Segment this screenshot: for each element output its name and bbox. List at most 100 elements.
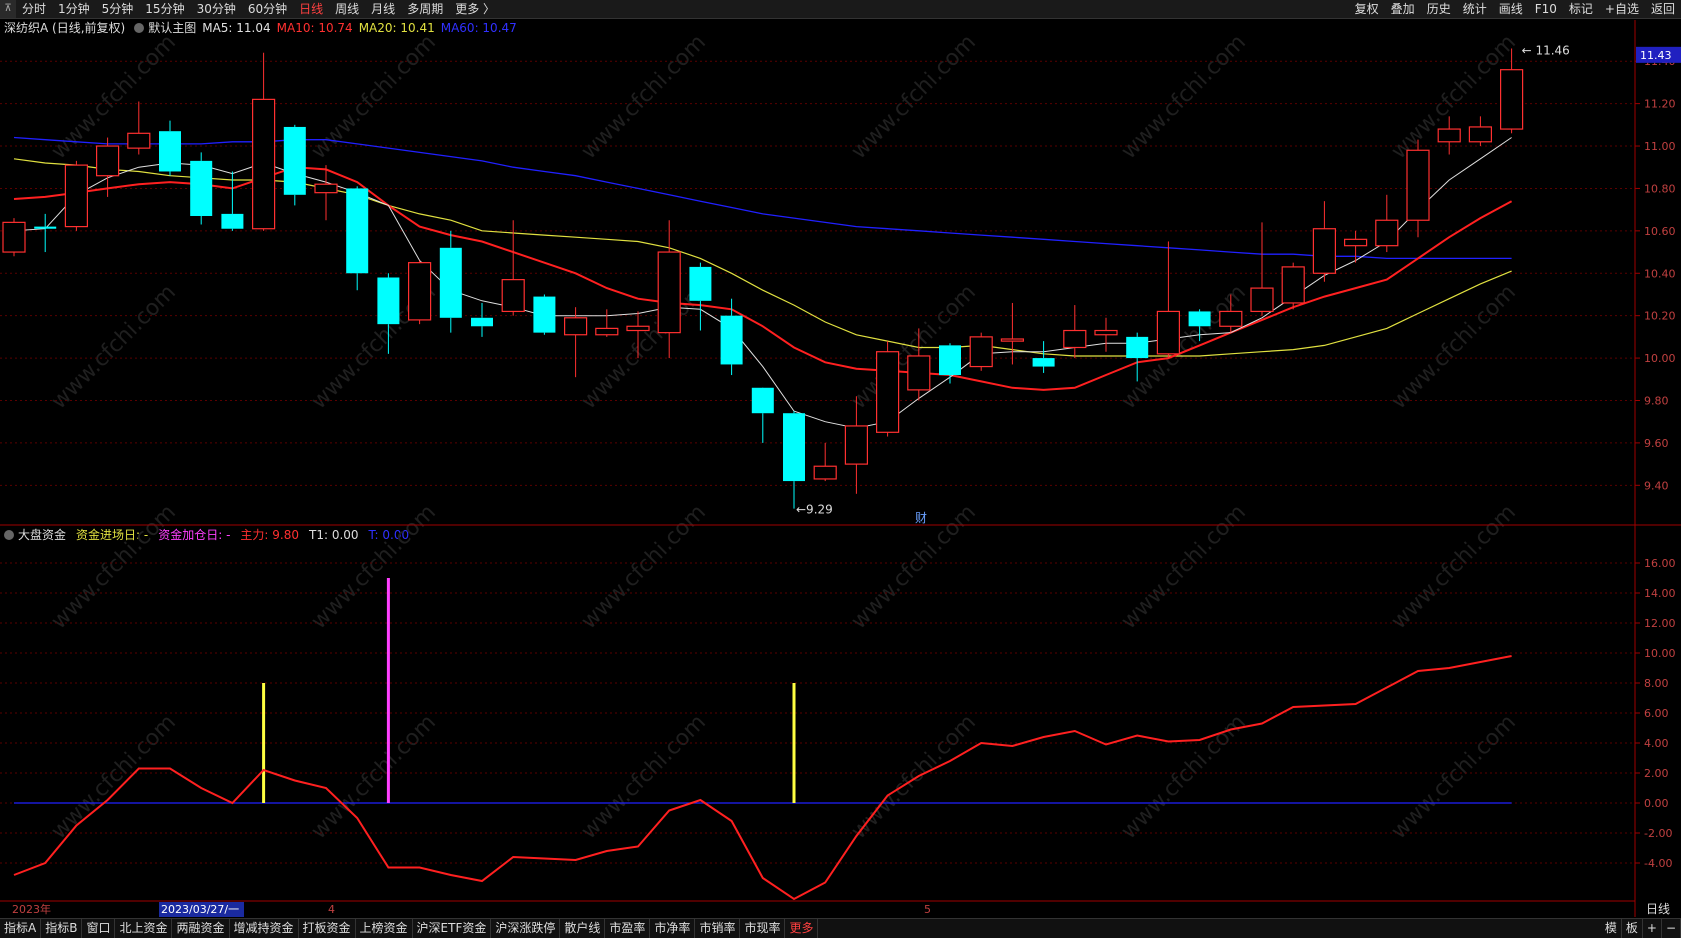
candle-body [346, 188, 369, 274]
candle [1250, 222, 1274, 316]
indicator-tab-12[interactable]: 市净率 [650, 919, 696, 938]
price-tick-label: 10.40 [1644, 267, 1676, 280]
ma60-line [13, 136, 1512, 260]
candle-body [1343, 238, 1368, 247]
indicator-tab-2[interactable]: 窗口 [82, 919, 116, 938]
candle [751, 387, 774, 443]
chart-canvas[interactable]: www.cfchi.com www.cfchi.com www.cfchi.com w… [0, 0, 1681, 917]
candle [1032, 341, 1055, 373]
candle-body [595, 327, 619, 336]
candle-body [1000, 338, 1025, 342]
candle [1281, 262, 1305, 310]
indicator-tab-10[interactable]: 散户线 [560, 919, 606, 938]
candle-body [813, 465, 837, 480]
candle-body [1281, 266, 1305, 304]
indicator-tab-11[interactable]: 市盈率 [605, 919, 651, 938]
candle-body [408, 262, 432, 321]
indicator-tab-3[interactable]: 北上资金 [115, 919, 173, 938]
bottom-control-3[interactable]: − [1662, 919, 1681, 938]
bottom-control-0[interactable]: 模 [1601, 919, 1622, 938]
candle-body [563, 317, 588, 336]
candle-body [95, 145, 120, 177]
bottom-control-1[interactable]: 板 [1622, 919, 1643, 938]
sub-tick-label: -4.00 [1644, 857, 1672, 870]
candle-body [720, 315, 743, 365]
candle [595, 309, 619, 337]
candle-body [1499, 69, 1524, 130]
bottom-control-2[interactable]: + [1643, 919, 1662, 938]
candle-body [1219, 310, 1243, 327]
candle [720, 298, 743, 376]
watermark-text: www.cfchi.com [1387, 280, 1521, 414]
watermark-text: www.cfchi.com [47, 710, 181, 844]
candle-body [939, 345, 961, 376]
candle-body [657, 251, 681, 334]
candle [1343, 230, 1368, 263]
finance-marker: 财 [915, 511, 927, 525]
price-tick-label: 10.20 [1644, 310, 1676, 323]
candle-body [1188, 311, 1211, 327]
indicator-tabs: 指标A 指标B 窗口 北上资金 两融资金 增减持资金 打板资金 上榜资金 沪深ETF资金 沪深涨跌… [0, 919, 819, 938]
candle-body [1468, 126, 1493, 143]
candlesticks: ← 11.46 ←9.29 财 [2, 43, 1570, 525]
candle-body [377, 277, 400, 325]
candle-body [1250, 287, 1274, 313]
candle-body [1375, 219, 1399, 247]
watermark-text: www.cfchi.com [847, 30, 981, 164]
indicator-tab-13[interactable]: 市销率 [695, 919, 741, 938]
indicator-pane [13, 578, 1512, 901]
candle-body [844, 425, 869, 465]
candle [501, 220, 525, 316]
indicator-tab-6[interactable]: 打板资金 [299, 919, 356, 938]
indicator-tab-0[interactable]: 指标A [0, 919, 42, 938]
period-label: 日线 [1646, 902, 1670, 916]
indicator-tab-5[interactable]: 增减持资金 [230, 919, 299, 938]
candle-body [283, 126, 306, 195]
indicator-tab-14[interactable]: 市现率 [740, 919, 786, 938]
candle-body [907, 355, 931, 391]
candle [689, 262, 712, 331]
watermark-text: www.cfchi.com [307, 500, 441, 634]
candle [1094, 317, 1118, 352]
sub-tick-label: 16.00 [1644, 557, 1676, 570]
candle-body [1063, 329, 1087, 349]
indicator-tab-8[interactable]: 沪深ETF资金 [413, 919, 492, 938]
price-tick-label: 9.80 [1644, 394, 1669, 407]
candle [283, 124, 306, 206]
candle [159, 120, 181, 176]
bottom-toolbar: 指标A 指标B 窗口 北上资金 两融资金 增减持资金 打板资金 上榜资金 沪深ETF资金 沪深涨跌… [0, 918, 1681, 938]
high-price-label: ← 11.46 [1522, 43, 1570, 57]
candle [533, 294, 556, 335]
grid-lines [0, 60, 1635, 864]
candle-body [501, 279, 525, 313]
sub-tick-label: -2.00 [1644, 827, 1672, 840]
watermark-text: www.cfchi.com [1117, 500, 1251, 634]
candle [1063, 305, 1087, 359]
candle-body [1094, 329, 1118, 336]
indicator-tab-15[interactable]: 更多 [785, 919, 819, 938]
candle-body [439, 247, 462, 318]
candle-body [127, 132, 151, 149]
watermark-text: www.cfchi.com [307, 710, 441, 844]
candle-body [471, 317, 493, 327]
cursor-date-label: 2023/03/27/一 [161, 903, 239, 916]
watermark-text: www.cfchi.com [577, 500, 711, 634]
candle-body [969, 336, 993, 368]
candle [1312, 201, 1337, 282]
indicator-tab-9[interactable]: 沪深涨跌停 [491, 919, 561, 938]
candle-body [1312, 228, 1337, 274]
sub-tick-label: 8.00 [1644, 677, 1669, 690]
candle-body [221, 213, 244, 229]
candle-body [2, 221, 26, 253]
month-label: 4 [328, 903, 335, 916]
candle-body [626, 325, 650, 332]
indicator-tab-4[interactable]: 两融资金 [172, 919, 230, 938]
watermark-text: www.cfchi.com [577, 30, 711, 164]
candle [969, 332, 993, 371]
price-tick-label: 11.00 [1644, 140, 1676, 153]
indicator-tab-7[interactable]: 上榜资金 [356, 919, 413, 938]
candle [1156, 241, 1181, 359]
watermark-text: www.cfchi.com [1387, 500, 1521, 634]
indicator-tab-1[interactable]: 指标B [41, 919, 83, 938]
price-tick-label: 10.00 [1644, 352, 1676, 365]
